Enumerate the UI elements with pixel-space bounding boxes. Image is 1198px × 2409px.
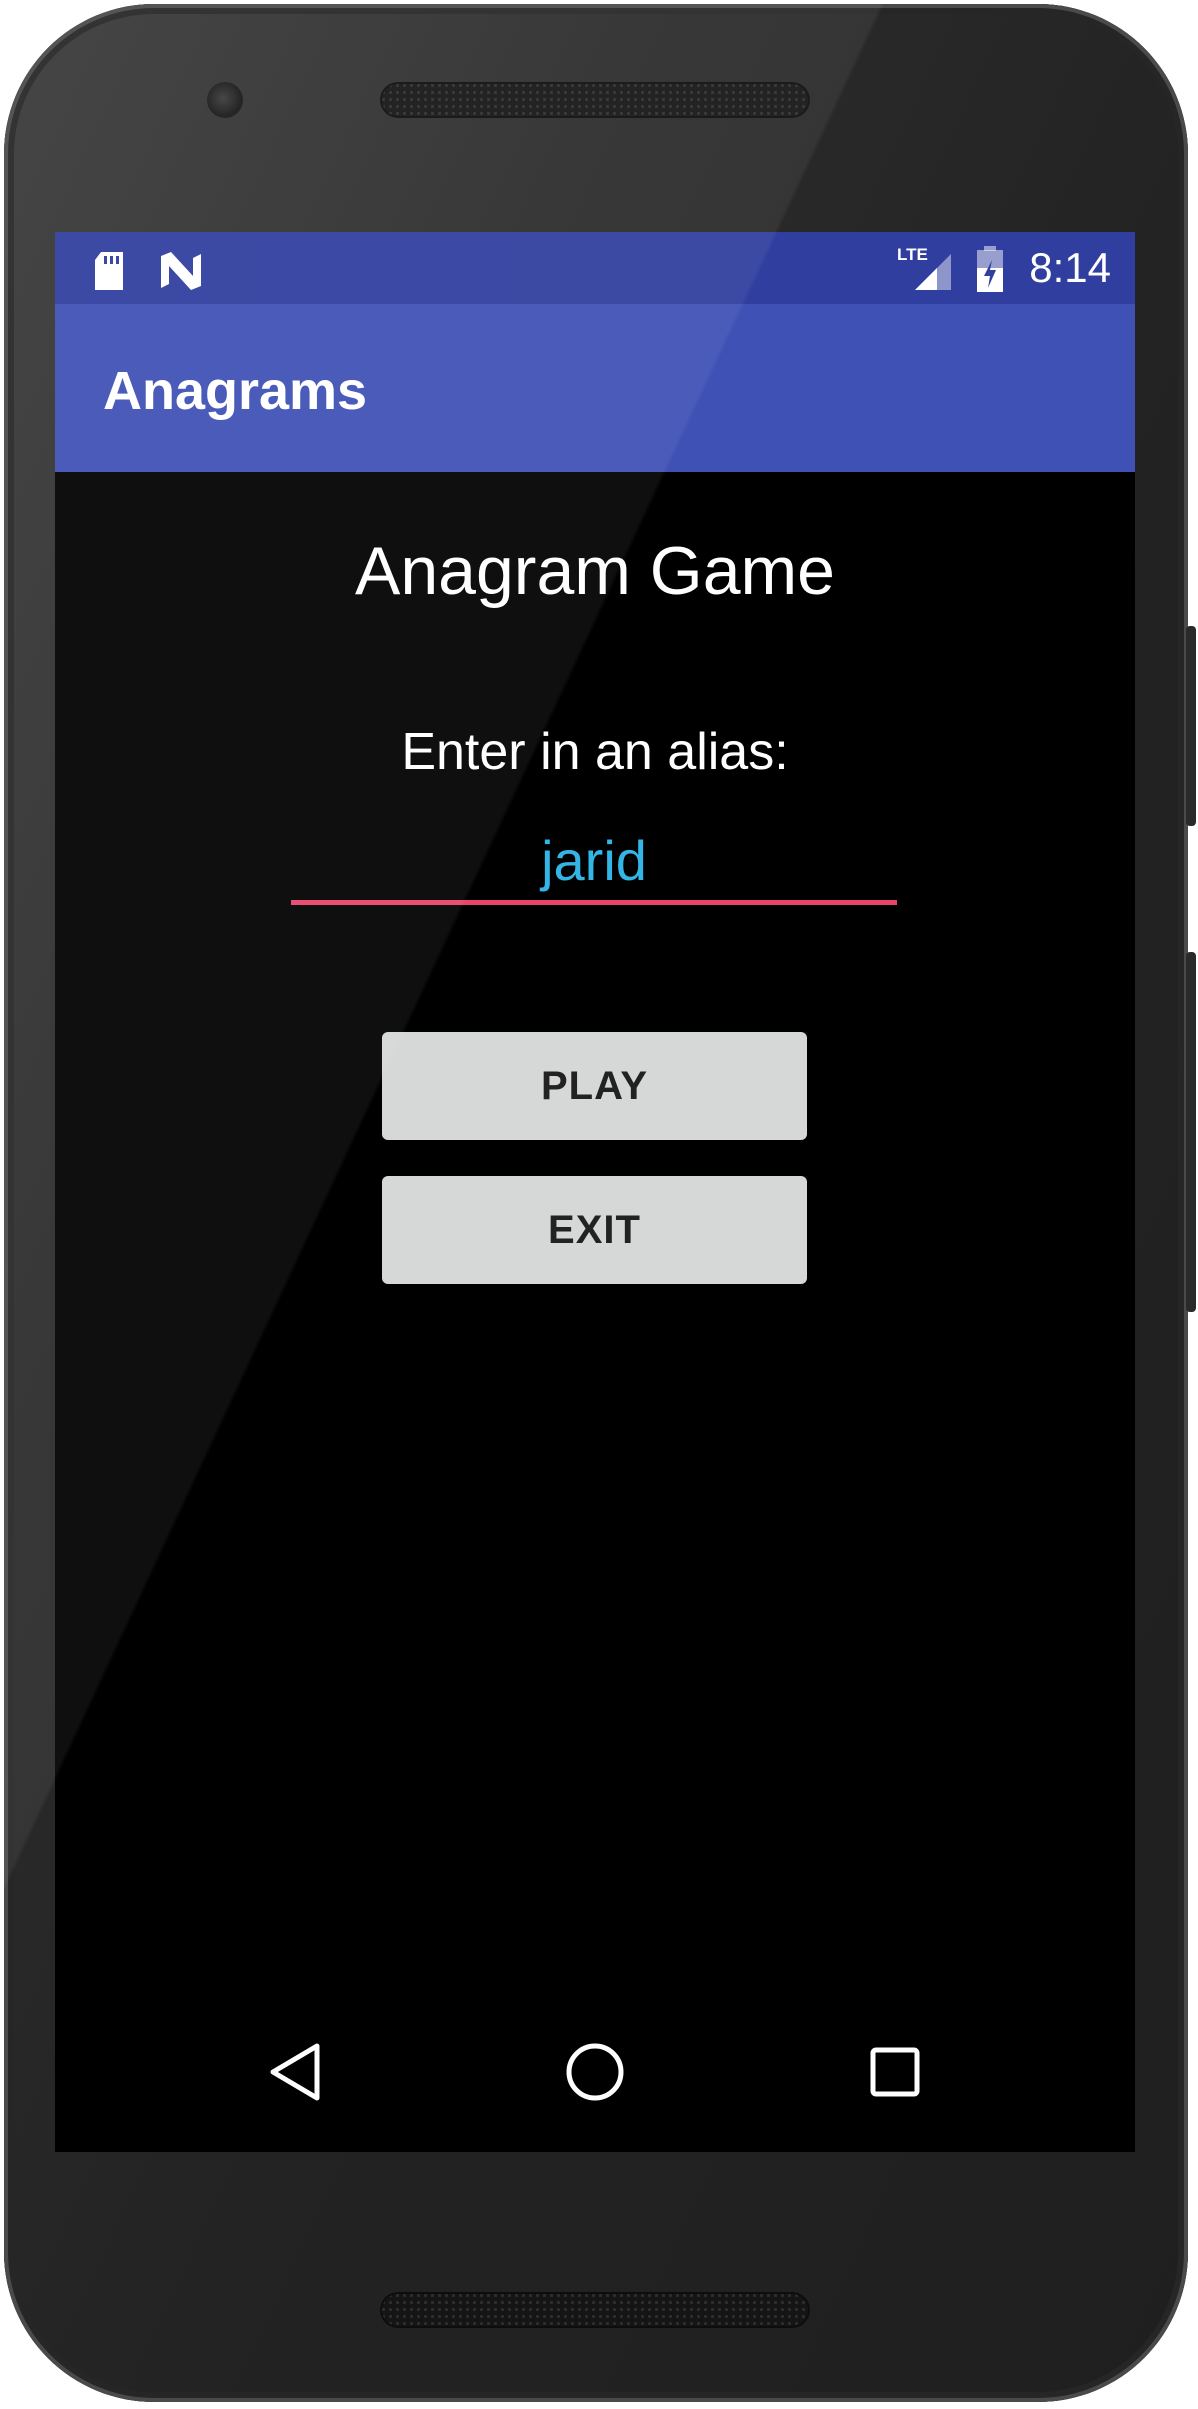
svg-text:LTE: LTE (897, 245, 928, 264)
alias-input[interactable] (291, 820, 897, 905)
lte-signal-icon: LTE (897, 244, 953, 297)
top-speaker-grille (380, 82, 810, 118)
volume-rocker (1186, 952, 1196, 1312)
navigation-bar (55, 1992, 1135, 2152)
front-camera (207, 82, 243, 118)
power-button (1186, 626, 1196, 826)
device-screen: LTE 8:14 Anagrams Anagram Game Enter in … (55, 232, 1135, 2152)
app-bar: Anagrams (55, 304, 1135, 472)
n-notification-icon (159, 250, 203, 295)
battery-charging-icon (975, 246, 1005, 297)
back-icon[interactable] (255, 2032, 335, 2112)
main-content: Anagram Game Enter in an alias: PLAY EXI… (55, 472, 1135, 1992)
sd-card-icon (91, 250, 127, 297)
game-heading: Anagram Game (355, 533, 835, 609)
app-title: Anagrams (103, 361, 368, 421)
recents-icon[interactable] (855, 2032, 935, 2112)
home-icon[interactable] (555, 2032, 635, 2112)
status-bar: LTE 8:14 (55, 232, 1135, 304)
exit-button[interactable]: EXIT (382, 1176, 807, 1284)
clock-time: 8:14 (1029, 244, 1111, 291)
bottom-speaker-grille (380, 2292, 810, 2328)
alias-prompt-label: Enter in an alias: (401, 723, 789, 781)
play-button[interactable]: PLAY (382, 1032, 807, 1140)
